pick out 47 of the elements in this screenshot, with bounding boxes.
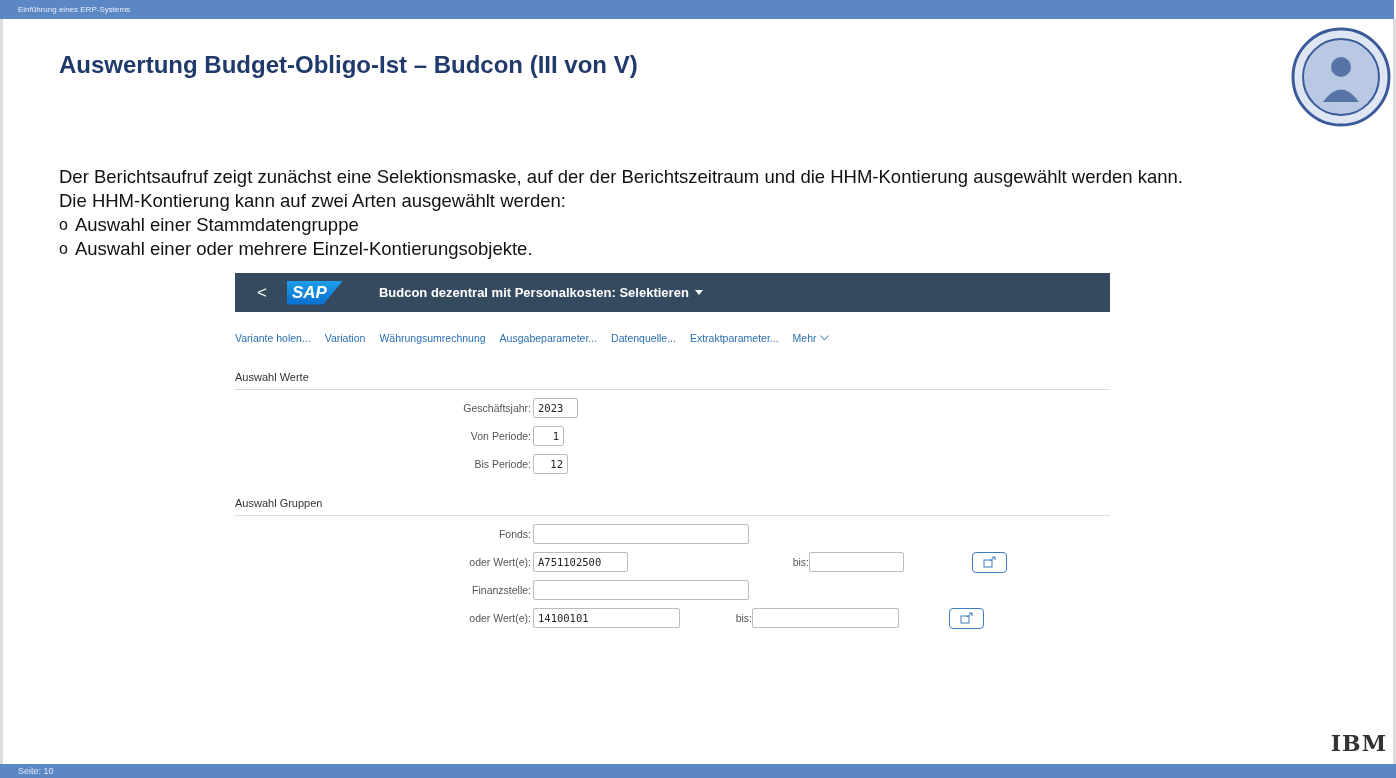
app-title-menu[interactable]: Budcon dezentral mit Personalkosten: Selektieren <box>372 284 709 301</box>
input-field[interactable]: 2023 <box>533 398 578 418</box>
toolbar-button[interactable]: Währungsumrechnung <box>379 332 486 344</box>
section-title: Auswahl Werte <box>235 371 1110 390</box>
bullet-marker: o <box>59 215 68 235</box>
toolbar-button[interactable]: Mehr <box>792 332 829 344</box>
input-field[interactable]: 1 <box>533 426 564 446</box>
toolbar-button[interactable]: Variation <box>324 332 366 344</box>
multiple-selection-button[interactable] <box>949 607 984 629</box>
field-label: Von Periode: <box>469 430 532 442</box>
page-number: Seite: 10 <box>18 766 54 776</box>
input-field[interactable]: 12 <box>533 454 568 474</box>
slide-title: Auswertung Budget-Obligo-Ist – Budcon (III von V) <box>59 51 638 79</box>
input-field[interactable] <box>533 580 749 600</box>
body-paragraph: Die HHM-Kontierung kann auf zwei Arten ausgewählt werden: <box>59 189 567 213</box>
section-title: Auswahl Gruppen <box>235 497 1110 516</box>
field-label: Geschäftsjahr: <box>462 402 532 414</box>
field-label: oder Wert(e): <box>468 556 532 568</box>
toolbar-button[interactable]: Ausgabeparameter... <box>499 332 598 344</box>
caret-icon <box>694 290 703 295</box>
input-field[interactable]: A751102500 <box>533 552 628 572</box>
export-arrow-icon <box>982 556 997 568</box>
bullet-text: Auswahl einer oder mehrere Einzel-Kontierungsobjekte. <box>74 237 533 261</box>
toolbar-button[interactable]: Variante holen... <box>235 332 311 344</box>
export-arrow-icon <box>959 612 974 624</box>
input-field[interactable] <box>809 552 904 572</box>
bullet-marker: o <box>59 239 68 259</box>
input-field[interactable] <box>533 524 749 544</box>
back-button[interactable]: < <box>253 282 271 303</box>
toolbar-button[interactable]: Extraktparameter... <box>689 332 779 344</box>
input-field[interactable]: 14100101 <box>533 608 680 628</box>
app-logo: SAP <box>286 280 343 305</box>
input-field[interactable] <box>752 608 899 628</box>
seal-icon <box>1291 27 1391 127</box>
chevron-down-icon <box>819 335 829 341</box>
multiple-selection-button[interactable] <box>972 551 1007 573</box>
field-label: oder Wert(e): <box>468 612 532 624</box>
course-title: Einführung eines ERP-Systems <box>18 5 131 14</box>
field-label: Finanzstelle: <box>471 584 532 596</box>
bullet-text: Auswahl einer Stammdatengruppe <box>74 213 359 237</box>
brand-logo: IBM <box>1330 730 1387 756</box>
field-label: Fonds: <box>497 528 532 540</box>
field-label: Bis Periode: <box>473 458 532 470</box>
body-paragraph: Der Berichtsaufruf zeigt zunächst eine Selektionsmaske, auf der der Berichtszeitraum und die HHM-Kontierung ausgewählt werden kann. <box>59 165 1184 189</box>
field-label: bis: <box>791 556 809 568</box>
toolbar-button[interactable]: Datenquelle... <box>611 332 676 344</box>
field-label: bis: <box>734 612 752 624</box>
